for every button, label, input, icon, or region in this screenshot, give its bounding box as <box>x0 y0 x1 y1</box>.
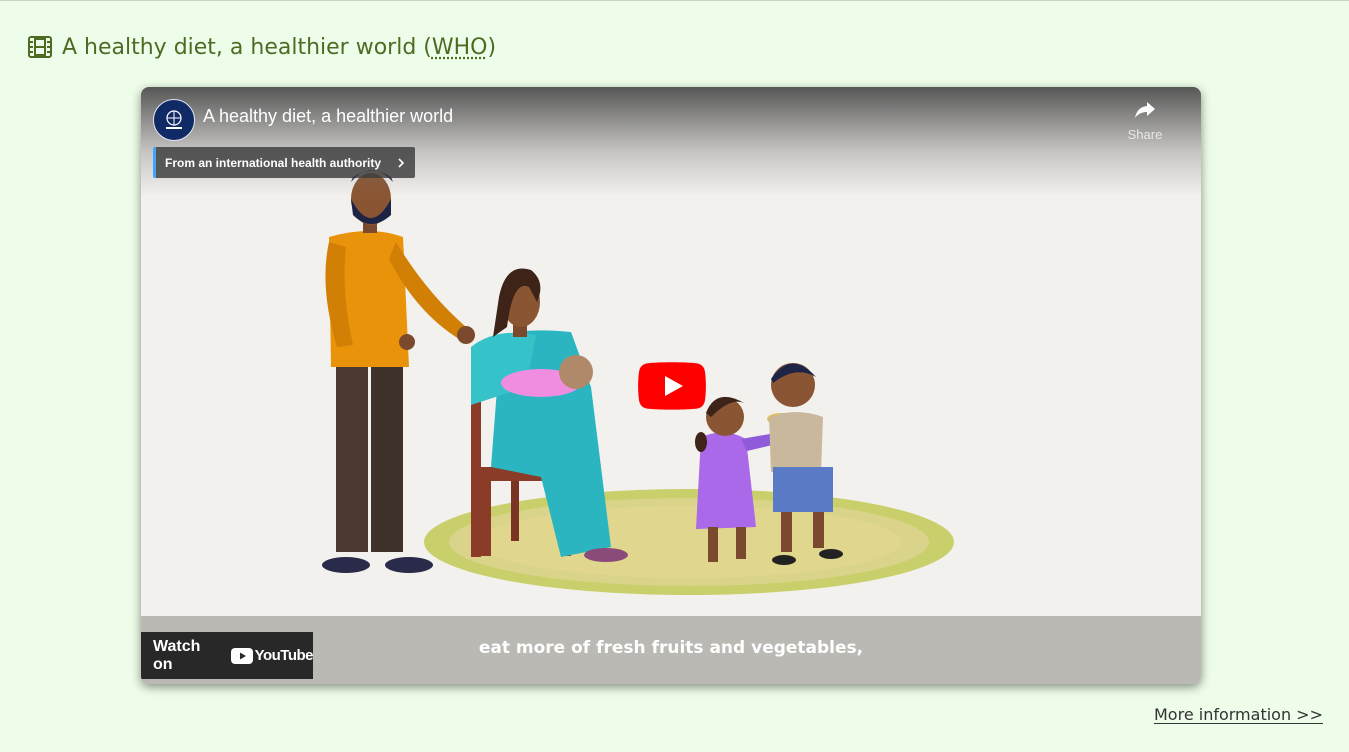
youtube-logo: YouTube <box>230 647 314 664</box>
more-information-link[interactable]: More information >> <box>1154 705 1323 724</box>
section-title: A healthy diet, a healthier world (WHO) <box>62 35 496 60</box>
youtube-embed[interactable]: A healthy diet, a healthier world Share … <box>141 87 1201 684</box>
share-arrow-icon <box>1135 102 1155 118</box>
chevron-right-icon <box>398 157 405 168</box>
section-heading: A healthy diet, a healthier world (WHO) <box>28 30 496 64</box>
video-title[interactable]: A healthy diet, a healthier world <box>203 106 453 127</box>
film-icon <box>28 36 52 58</box>
title-suffix: ) <box>487 34 497 60</box>
youtube-wordmark: YouTube <box>254 647 314 664</box>
channel-logo[interactable] <box>153 99 195 141</box>
authority-label: From an international health authority <box>165 155 382 170</box>
who-emblem-icon <box>166 110 182 129</box>
top-divider <box>0 0 1349 1</box>
youtube-play-icon <box>230 647 253 664</box>
watch-on-youtube-button[interactable]: Watch on YouTube <box>141 632 314 679</box>
play-button-icon[interactable] <box>638 362 706 410</box>
title-text: A healthy diet, a healthier world ( <box>62 34 432 60</box>
watch-on-label: Watch on <box>153 637 201 673</box>
father-figure <box>322 170 475 573</box>
share-button[interactable]: Share <box>1115 99 1175 142</box>
authority-panel[interactable]: From an international health authority <box>153 147 416 178</box>
who-abbreviation[interactable]: WHO <box>432 35 488 60</box>
title-overlay <box>141 87 1201 197</box>
share-label: Share <box>1127 127 1163 142</box>
